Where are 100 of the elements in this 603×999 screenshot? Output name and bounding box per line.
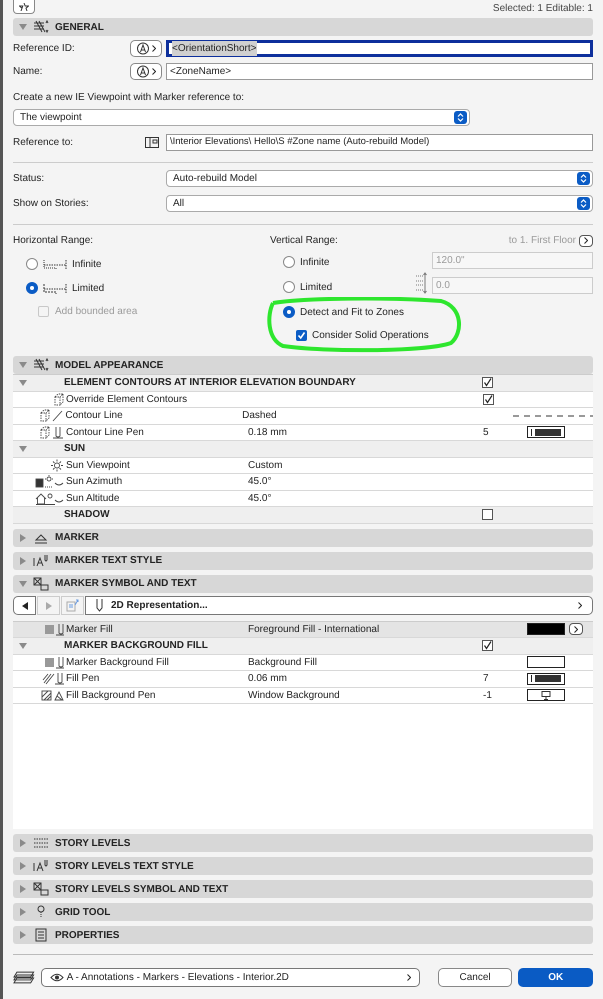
more-button[interactable]: [569, 623, 583, 636]
section-header[interactable]: PROPERTIES: [13, 926, 593, 944]
autotext-icon: [136, 42, 150, 55]
fill-swatch[interactable]: [527, 656, 565, 668]
text-field[interactable]: <OrientationShort>: [166, 40, 593, 57]
property-row[interactable]: Contour Line Dashed: [13, 408, 593, 424]
expand-triangle-icon[interactable]: [19, 556, 27, 564]
ok-button[interactable]: OK: [518, 968, 593, 986]
fill-swatch[interactable]: [527, 623, 565, 636]
checkbox[interactable]: [296, 330, 307, 341]
dropdown-select[interactable]: The viewpoint: [13, 109, 470, 126]
radio-button[interactable]: [283, 306, 295, 318]
chevron-right-icon: [152, 68, 156, 75]
property-row[interactable]: Sun Viewpoint Custom: [13, 458, 593, 474]
favorites-button[interactable]: [13, 0, 35, 14]
checkbox[interactable]: [482, 377, 493, 388]
export-button[interactable]: [61, 596, 84, 615]
checkbox[interactable]: [482, 509, 493, 520]
field-label: Reference to:: [13, 136, 74, 150]
dropdown-select[interactable]: All: [166, 195, 593, 212]
expand-triangle-icon[interactable]: [19, 908, 27, 916]
expand-triangle-icon[interactable]: [19, 23, 27, 31]
monitor-icon: [541, 690, 551, 700]
pen-icon: [96, 599, 103, 612]
property-row[interactable]: Sun Azimuth 45.0°: [13, 474, 593, 490]
section-header[interactable]: STORY LEVELS TEXT STYLE: [13, 857, 593, 875]
checkbox[interactable]: [483, 394, 494, 405]
expand-triangle-icon[interactable]: [18, 642, 26, 650]
radio-button[interactable]: [283, 256, 295, 268]
section-header[interactable]: MARKER TEXT STYLE: [13, 552, 593, 570]
property-value: 45.0°: [248, 476, 272, 488]
text-field[interactable]: <ZoneName>: [166, 63, 593, 80]
pen-swatch[interactable]: [527, 672, 565, 685]
group-title: MARKER BACKGROUND FILL: [64, 639, 209, 654]
section-header[interactable]: STORY LEVELS: [13, 834, 593, 852]
radio-button[interactable]: [26, 282, 38, 294]
cancel-button[interactable]: Cancel: [438, 968, 512, 986]
section-header[interactable]: GENERAL: [13, 18, 593, 36]
group-title: SUN: [64, 442, 86, 456]
house-sun-icon: [35, 492, 64, 505]
section-header[interactable]: MARKER: [13, 528, 593, 546]
property-row[interactable]: Fill Background Pen Window Background -1: [13, 688, 593, 704]
autotext-button[interactable]: [130, 40, 162, 57]
property-row[interactable]: Override Element Contours: [13, 392, 593, 408]
height-range-icon: [415, 272, 427, 294]
expand-triangle-icon[interactable]: [19, 885, 27, 893]
layers-icon: [13, 970, 35, 984]
expand-triangle-icon[interactable]: [19, 931, 27, 939]
sun-icon: [50, 458, 64, 472]
expand-triangle-icon[interactable]: [18, 444, 26, 453]
property-label: Sun Viewpoint: [65, 458, 131, 473]
autotext-button[interactable]: [130, 63, 162, 80]
property-value: 45.0°: [248, 492, 272, 504]
group-title: ELEMENT CONTOURS AT INTERIOR ELEVATION BOUNDARY: [64, 376, 357, 390]
text-field[interactable]: \Interior Elevations\ Hello\S #Zone name (Auto-rebuild Model): [166, 134, 593, 151]
chevron-right-icon: [406, 974, 411, 980]
property-label: Marker Fill: [65, 622, 114, 637]
hatch-lines-icon: [33, 20, 49, 34]
field-label: Reference ID:: [13, 42, 76, 56]
section-header[interactable]: STORY LEVELS SYMBOL AND TEXT: [13, 880, 593, 898]
expand-triangle-icon[interactable]: [19, 361, 27, 369]
property-row[interactable]: Marker Background Fill Background Fill: [13, 654, 593, 671]
field-label: Show on Stories:: [13, 197, 90, 211]
pen-number: -1: [483, 688, 492, 703]
dropdown-select[interactable]: Auto-rebuild Model: [166, 170, 593, 187]
checkbox[interactable]: [482, 640, 493, 652]
text-style-icon: [33, 859, 49, 873]
expand-triangle-icon[interactable]: [19, 580, 27, 588]
radio-label: Detect and Fit to Zones: [300, 306, 404, 320]
expand-triangle-icon[interactable]: [19, 534, 27, 542]
dropdown-select[interactable]: 2D Representation...: [85, 596, 593, 615]
pen-swatch[interactable]: [527, 689, 565, 702]
checkbox-label: Consider Solid Operations: [312, 329, 429, 343]
property-row[interactable]: Fill Pen 0.06 mm 7: [13, 671, 593, 688]
more-button[interactable]: [579, 234, 593, 246]
expand-triangle-icon[interactable]: [19, 862, 27, 870]
property-row[interactable]: Contour Line Pen 0.18 mm 5: [13, 424, 593, 441]
eye-icon: [50, 972, 64, 982]
property-row[interactable]: Marker Fill Foreground Fill - International: [13, 622, 593, 638]
section-title: MARKER TEXT STYLE: [55, 554, 162, 568]
section-label: Horizontal Range:: [13, 234, 94, 248]
radio-button[interactable]: [283, 281, 295, 293]
radio-label: Infinite: [300, 256, 330, 270]
layer-dropdown[interactable]: A - Annotations - Markers - Elevations - Interior.2D: [40, 968, 420, 986]
section-header[interactable]: MODEL APPEARANCE: [13, 356, 593, 374]
dashed-cube-line-icon: [40, 409, 64, 422]
layout-icon: [145, 137, 159, 148]
property-value: 0.18 mm: [248, 426, 287, 438]
back-button[interactable]: [13, 596, 36, 615]
pen-swatch[interactable]: [527, 426, 565, 438]
property-label: Sun Azimuth: [65, 475, 124, 490]
radio-button[interactable]: [26, 258, 38, 270]
hatch-fill-icon: [41, 688, 64, 702]
property-row[interactable]: Sun Altitude 45.0°: [13, 490, 593, 507]
group-title: SHADOW: [64, 508, 111, 522]
section-header[interactable]: GRID TOOL: [13, 903, 593, 921]
expand-triangle-icon[interactable]: [19, 839, 27, 847]
expand-triangle-icon[interactable]: [18, 378, 26, 387]
section-header[interactable]: MARKER SYMBOL AND TEXT: [13, 574, 593, 592]
hatch-lines-icon: [33, 358, 49, 372]
